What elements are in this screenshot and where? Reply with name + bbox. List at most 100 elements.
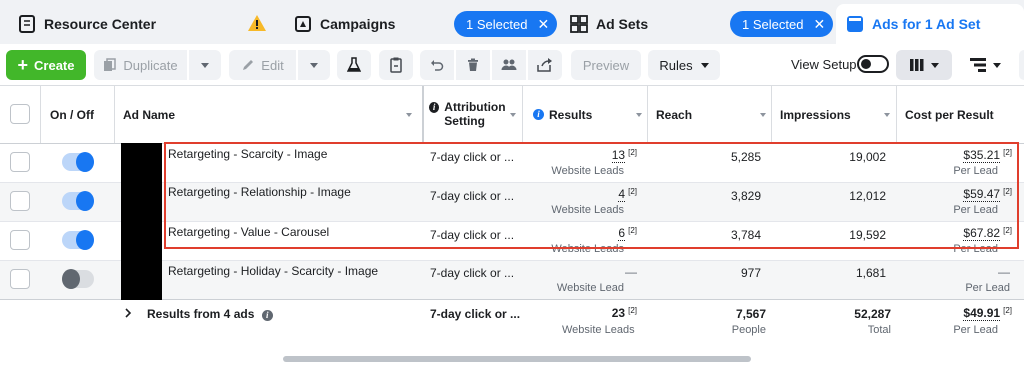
tab-label: Ads for 1 Ad Set (872, 16, 981, 32)
duplicate-button[interactable]: Duplicate (94, 50, 187, 80)
tab-ads[interactable]: Ads for 1 Ad Set (836, 4, 1024, 44)
attribution-setting: 7-day click or ... (430, 266, 515, 280)
totals-cost[interactable]: $49.91 [2] (905, 306, 1012, 321)
columns-icon (909, 59, 923, 71)
export-button[interactable] (528, 50, 562, 80)
column-header-cost-per-result[interactable]: Cost per Result (905, 86, 1020, 143)
totals-impressions: 52,287 (854, 307, 891, 321)
rules-button[interactable]: Rules (648, 50, 720, 80)
close-icon[interactable]: ✕ (537, 16, 549, 33)
info-icon[interactable]: i (429, 102, 440, 113)
preview-button[interactable]: Preview (571, 50, 641, 80)
chevron-right-icon[interactable] (124, 308, 132, 318)
chevron-down-icon (992, 62, 1001, 68)
edit-dropdown[interactable] (298, 50, 330, 80)
header-label: Ad Name (123, 107, 176, 122)
warning-icon[interactable] (247, 14, 267, 32)
sort-icon[interactable] (884, 113, 890, 117)
column-header-on-off: On / Off (50, 86, 110, 143)
export-icon (537, 58, 552, 72)
ab-test-button[interactable] (337, 50, 371, 80)
create-button[interactable]: + Create (6, 50, 86, 80)
campaigns-icon (295, 16, 311, 32)
breakdown-button[interactable] (958, 50, 1012, 80)
delete-button[interactable] (456, 50, 490, 80)
audience-button[interactable] (492, 50, 526, 80)
sort-icon[interactable] (636, 113, 642, 117)
horizontal-scrollbar[interactable] (283, 356, 751, 362)
row-checkbox[interactable] (10, 152, 30, 172)
trash-icon (468, 58, 478, 71)
column-header-attribution[interactable]: i Attribution Setting (429, 86, 519, 143)
preview-label: Preview (582, 57, 630, 73)
more-button[interactable] (1019, 50, 1024, 80)
row-checkbox[interactable] (10, 230, 30, 250)
toggle-knob (76, 230, 94, 250)
totals-impressions-unit: Total (867, 324, 891, 336)
column-header-ad-name[interactable]: Ad Name (123, 86, 418, 143)
totals-reach: 7,567 (735, 307, 766, 321)
column-header-impressions[interactable]: Impressions (780, 86, 880, 143)
cost-unit: Per Lead (965, 282, 1010, 294)
ad-toggle-off[interactable] (62, 269, 94, 289)
footnote: [2] (628, 306, 637, 315)
pill-label: 1 Selected (742, 16, 804, 32)
results-value: — (625, 265, 637, 279)
totals-cost-unit: Per Lead (953, 324, 998, 336)
info-icon[interactable]: i (533, 109, 544, 120)
breakdown-icon (969, 58, 986, 72)
campaigns-selected-pill[interactable]: 1 Selected ✕ (454, 11, 558, 37)
header-label: Reach (656, 107, 693, 122)
header-label: On / Off (50, 107, 94, 122)
reach-value: 977 (740, 266, 761, 280)
tab-label: Ad Sets (596, 16, 649, 32)
clipboard-icon (390, 57, 402, 73)
view-setup-label: View Setup (791, 57, 857, 72)
ad-name[interactable]: Retargeting - Holiday - Scarcity - Image (168, 264, 378, 278)
columns-button[interactable] (896, 50, 952, 80)
totals-results-number: 23 (611, 306, 626, 320)
sort-icon[interactable] (760, 113, 766, 117)
create-label: Create (34, 57, 75, 73)
header-label: Impressions (780, 107, 851, 122)
info-icon[interactable]: i (261, 310, 273, 321)
close-icon[interactable]: ✕ (813, 16, 825, 33)
pencil-icon (243, 60, 254, 70)
ad-toggle-on[interactable] (62, 191, 94, 211)
resource-center-icon (19, 15, 35, 33)
select-all-checkbox[interactable] (10, 104, 30, 124)
toggle-knob (62, 269, 80, 289)
ad-sets-selected-pill[interactable]: 1 Selected ✕ (730, 11, 834, 37)
column-header-reach[interactable]: Reach (656, 86, 756, 143)
chevron-down-icon (700, 62, 709, 68)
undo-button[interactable] (420, 50, 454, 80)
header-label: Results (549, 107, 593, 122)
edit-label: Edit (261, 57, 284, 73)
clipboard-button[interactable] (379, 50, 413, 80)
chevron-down-icon (201, 62, 209, 68)
column-header-results[interactable]: i Results (533, 86, 633, 143)
plus-icon: + (17, 55, 29, 75)
edit-button[interactable]: Edit (229, 50, 296, 80)
ad-sets-icon (570, 15, 588, 33)
highlight-box (164, 142, 1019, 249)
view-setup-toggle[interactable] (857, 55, 889, 73)
duplicate-dropdown[interactable] (189, 50, 221, 80)
chevron-down-icon (310, 62, 318, 68)
people-icon (501, 59, 517, 70)
results-unit: Website Lead (556, 282, 624, 294)
sort-icon[interactable] (510, 113, 516, 117)
sort-icon[interactable] (406, 113, 412, 117)
totals-label-text: Results from 4 ads (147, 307, 255, 321)
tab-resource-center[interactable]: Resource Center (8, 4, 278, 44)
tab-label: Campaigns (320, 16, 396, 32)
tab-bar: Resource Center Campaigns 1 Selected ✕ Ad… (0, 0, 1024, 44)
row-checkbox[interactable] (10, 269, 30, 289)
ad-toggle-on[interactable] (62, 230, 94, 250)
tab-label: Resource Center (44, 16, 157, 32)
totals-cost-number[interactable]: $49.91 (963, 306, 1001, 321)
header-label: Attribution Setting (444, 100, 506, 128)
chevron-down-icon (930, 62, 939, 68)
row-checkbox[interactable] (10, 191, 30, 211)
ad-toggle-on[interactable] (62, 152, 94, 172)
